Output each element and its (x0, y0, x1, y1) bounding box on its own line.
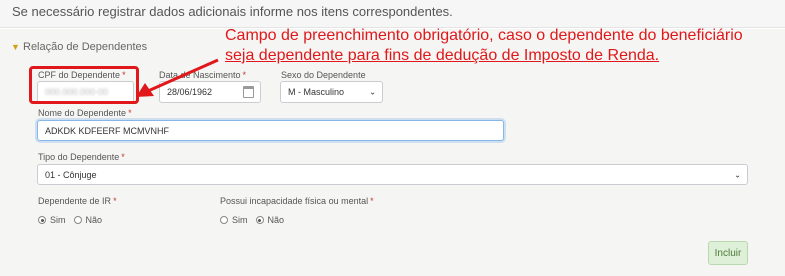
header-bar: Se necessário registrar dados adicionais… (0, 0, 785, 28)
annotation-text: Campo de preenchimento obrigatório, caso… (225, 26, 785, 66)
radio-selected-icon[interactable] (38, 216, 46, 224)
ir-radio-group: Sim Não (38, 215, 102, 225)
chevron-down-icon: ⌄ (734, 170, 741, 179)
dependent-type-value: 01 - Cônjuge (45, 169, 97, 180)
radio-unselected-icon[interactable] (220, 216, 228, 224)
chevron-down-icon: ⌄ (369, 87, 376, 97)
section-title[interactable]: Relação de Dependentes (23, 41, 147, 53)
radio-selected-icon[interactable] (255, 216, 264, 224)
incapacity-label: Possui incapacidade física ou mental * (220, 196, 374, 206)
caret-down-icon[interactable]: ▼ (11, 42, 20, 52)
annotation-arrow-icon (136, 58, 219, 97)
ir-radio-nao[interactable]: Não (73, 215, 102, 225)
incapacity-radio-group: Sim Não (220, 215, 284, 225)
name-input[interactable]: ADKDK KDFEERF MCMVNHF (37, 120, 504, 141)
calendar-icon[interactable] (243, 86, 254, 98)
annotation-line-1: Campo de preenchimento obrigatório, caso… (225, 27, 743, 44)
name-label: Nome do Dependente * (38, 108, 132, 118)
ir-label: Dependente de IR * (38, 196, 117, 206)
ir-radio-sim[interactable]: Sim (38, 215, 66, 225)
sex-label: Sexo do Dependente (281, 70, 366, 80)
include-button[interactable]: Incluir (708, 241, 748, 265)
annotation-highlight-box (29, 66, 139, 104)
dependent-type-select[interactable]: 01 - Cônjuge ⌄ (37, 164, 748, 185)
sex-select[interactable]: M - Masculino ⌄ (280, 81, 383, 103)
sex-value: M - Masculino (288, 87, 345, 97)
annotation-line-2: seja dependente para fins de dedução de … (225, 47, 660, 64)
incapacity-radio-sim[interactable]: Sim (220, 215, 248, 225)
header-text: Se necessário registrar dados adicionais… (12, 4, 453, 19)
name-value: ADKDK KDFEERF MCMVNHF (45, 125, 170, 136)
dependent-type-label: Tipo do Dependente * (38, 152, 125, 162)
incapacity-radio-nao[interactable]: Não (255, 215, 284, 225)
radio-unselected-icon[interactable] (73, 216, 82, 224)
